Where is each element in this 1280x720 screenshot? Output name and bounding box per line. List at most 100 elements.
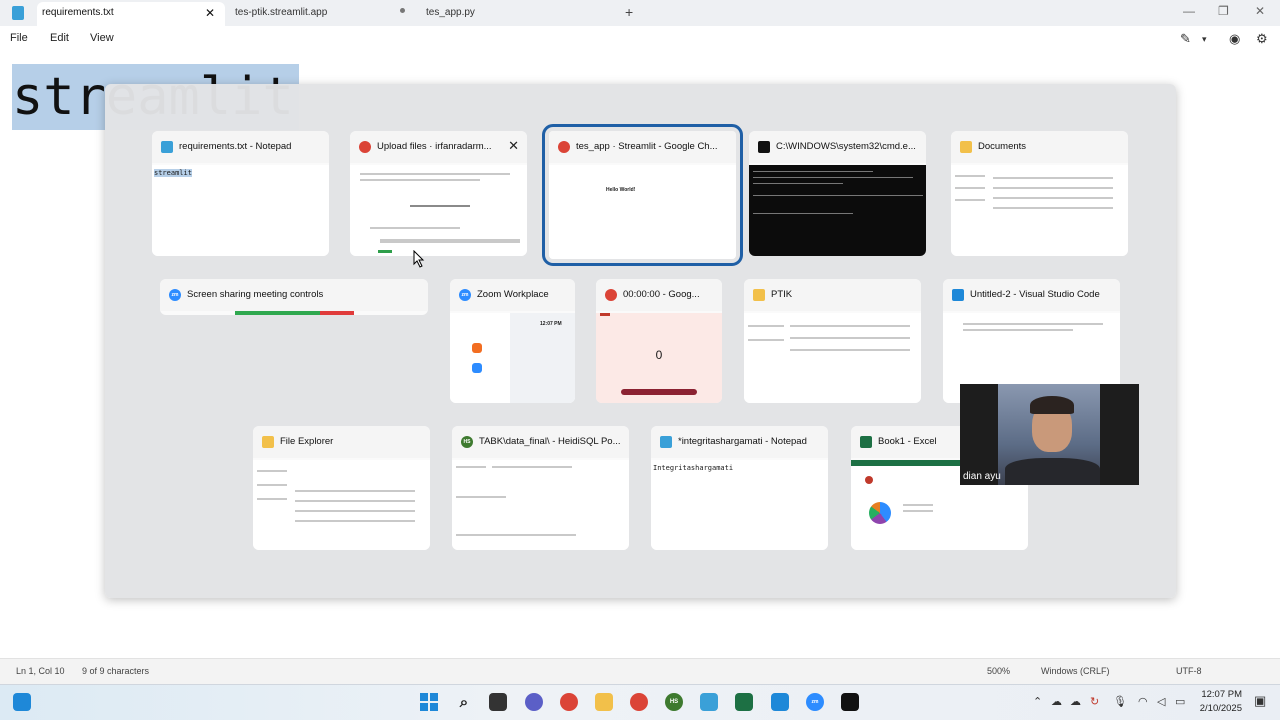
close-window-icon[interactable]: ✕ [508, 138, 519, 154]
webcam-video: dian ayu [960, 384, 1139, 485]
account-icon[interactable]: ◉ [1229, 31, 1240, 47]
tab-tes-app[interactable]: tes_app.py [421, 2, 601, 26]
maximize-icon[interactable]: ❐ [1218, 4, 1229, 18]
new-tab-icon[interactable]: + [625, 4, 633, 20]
file-explorer-icon[interactable] [595, 693, 613, 711]
chrome-icon [558, 141, 570, 153]
tab-streamlit-app[interactable]: tes-ptik.streamlit.app [230, 2, 410, 26]
cursor-position: Ln 1, Col 10 [16, 666, 65, 676]
window-thumbnail [350, 165, 527, 256]
cloud-icon[interactable]: ☁ [1070, 695, 1081, 708]
zoom-icon: zm [459, 289, 471, 301]
window-card-notepad[interactable]: requirements.txt - Notepad streamlit [152, 131, 329, 256]
window-title: PTIK [744, 279, 921, 311]
zoom-level[interactable]: 500% [987, 666, 1010, 676]
tab-label: tes_app.py [426, 7, 475, 18]
window-card-screen-sharing[interactable]: Screen sharing meeting controls zm [160, 279, 428, 315]
window-thumbnail: 0 [596, 313, 722, 403]
window-title: Screen sharing meeting controls [160, 279, 428, 311]
folder-icon [753, 289, 765, 301]
unsaved-dot-icon [400, 8, 405, 13]
window-thumbnail [749, 165, 926, 256]
menu-file[interactable]: File [10, 32, 28, 44]
window-title: requirements.txt - Notepad [152, 131, 329, 163]
window-card-cmd[interactable]: C:\WINDOWS\system32\cmd.e... [749, 131, 926, 256]
tab-label: tes-ptik.streamlit.app [235, 7, 328, 18]
chrome-taskbar-icon[interactable] [560, 693, 578, 711]
window-thumbnail [744, 313, 921, 403]
tab-requirements[interactable]: requirements.txt ✕ [37, 2, 225, 26]
window-title: tes_app · Streamlit - Google Ch... [549, 131, 736, 163]
minimize-icon[interactable]: — [1183, 4, 1195, 18]
window-card-zoom-workplace[interactable]: Zoom Workplace zm 12:07 PM [450, 279, 575, 403]
task-view-icon[interactable] [489, 693, 507, 711]
window-card-tes-app[interactable]: tes_app · Streamlit - Google Ch... Hello… [542, 124, 743, 266]
thumb-text: 0 [655, 348, 663, 362]
zoom-taskbar-icon[interactable]: zm [806, 693, 824, 711]
chrome-profile-icon[interactable] [630, 693, 648, 711]
chevron-up-icon[interactable]: ⌃ [1033, 695, 1042, 708]
thumb-text: 12:07 PM [540, 321, 562, 327]
microphone-icon[interactable]: 🎙 [1113, 695, 1127, 708]
thumb-text: Integritashargamati [653, 464, 734, 472]
speaker-icon[interactable]: ◁ [1157, 695, 1165, 708]
participant-name: dian ayu [963, 471, 1001, 482]
window-thumbnail: streamlit [152, 165, 329, 256]
window-card-ptik[interactable]: PTIK [744, 279, 921, 403]
window-card-file-explorer[interactable]: File Explorer [253, 426, 430, 550]
window-card-timer[interactable]: 00:00:00 - Goog... 0 [596, 279, 722, 403]
window-thumbnail: 12:07 PM [450, 313, 575, 403]
menu-bar: File Edit View ✎ ▾ ◉ ⚙ [0, 26, 1280, 52]
start-icon[interactable] [420, 693, 438, 711]
line-ending[interactable]: Windows (CRLF) [1041, 666, 1110, 676]
heidisql-taskbar-icon[interactable]: HS [665, 693, 683, 711]
window-thumbnail: Integritashargamati [651, 460, 828, 550]
window-card-integritas-notepad[interactable]: *integritashargamati - Notepad Integrita… [651, 426, 828, 550]
chat-icon[interactable] [525, 693, 543, 711]
menu-edit[interactable]: Edit [50, 32, 69, 44]
notification-icon[interactable]: ▣ [1254, 693, 1266, 709]
taskbar: ⌕ HS zm ⌃ ☁ ☁ ↻ 🎙 ◠ ◁ ▭ 12:07 PM 2/10/20… [0, 684, 1280, 720]
vscode-icon [952, 289, 964, 301]
thumb-text: streamlit [154, 169, 192, 177]
notepad-app-icon [12, 6, 24, 20]
battery-icon[interactable]: ▭ [1175, 695, 1185, 708]
window-close-icon[interactable]: ✕ [1255, 4, 1265, 18]
window-title: Upload files · irfanradarm... [350, 131, 527, 163]
copilot-icon[interactable]: ✎ [1180, 31, 1191, 47]
window-title: TABK\data_final\ - HeidiSQL Po... [452, 426, 629, 458]
window-thumbnail: Hello World! [549, 165, 736, 259]
menu-view[interactable]: View [90, 32, 114, 44]
wifi-icon[interactable]: ◠ [1138, 695, 1148, 708]
vscode-taskbar-icon[interactable] [771, 693, 789, 711]
notepad-icon [161, 141, 173, 153]
search-icon[interactable]: ⌕ [455, 693, 473, 711]
excel-taskbar-icon[interactable] [735, 693, 753, 711]
folder-icon [262, 436, 274, 448]
window-card-documents[interactable]: Documents [951, 131, 1128, 256]
window-title: *integritashargamati - Notepad [651, 426, 828, 458]
onedrive-icon[interactable]: ☁ [1051, 695, 1062, 708]
title-bar: requirements.txt ✕ tes-ptik.streamlit.ap… [0, 0, 1280, 26]
folder-icon [960, 141, 972, 153]
widgets-icon[interactable] [13, 693, 31, 711]
mouse-cursor-icon [413, 250, 425, 268]
sync-icon[interactable]: ↻ [1090, 695, 1099, 708]
heidisql-icon: HS [461, 436, 473, 448]
notepad-taskbar-icon[interactable] [700, 693, 718, 711]
chevron-down-icon[interactable]: ▾ [1202, 34, 1207, 45]
chrome-icon [605, 289, 617, 301]
clock-date: 2/10/2025 [1199, 703, 1242, 714]
person-shirt [1005, 458, 1100, 485]
window-title: Documents [951, 131, 1128, 163]
encoding[interactable]: UTF-8 [1176, 666, 1202, 676]
terminal-taskbar-icon[interactable] [841, 693, 859, 711]
tab-label: requirements.txt [42, 7, 114, 18]
clock[interactable]: 12:07 PM 2/10/2025 [1200, 688, 1242, 716]
window-title: File Explorer [253, 426, 430, 458]
close-icon[interactable]: ✕ [205, 2, 215, 24]
settings-icon[interactable]: ⚙ [1256, 31, 1268, 47]
excel-icon [860, 436, 872, 448]
window-card-upload-files[interactable]: Upload files · irfanradarm... ✕ [350, 131, 527, 256]
window-card-heidisql[interactable]: TABK\data_final\ - HeidiSQL Po... HS [452, 426, 629, 550]
